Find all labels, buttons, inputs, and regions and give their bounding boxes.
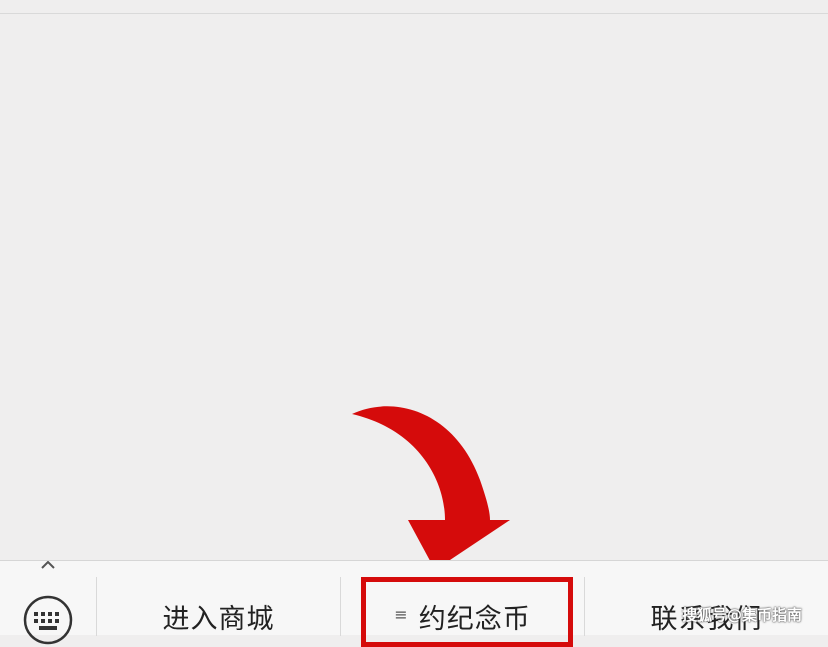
menu-item-enter-mall[interactable]: 进入商城 xyxy=(97,561,340,636)
submenu-icon: ≡ xyxy=(394,605,409,624)
keyboard-toggle-button[interactable] xyxy=(0,561,96,645)
keyboard-icon xyxy=(23,595,73,645)
red-pointer-arrow-icon xyxy=(352,406,510,570)
menu-item-label: 进入商城 xyxy=(162,604,275,635)
menu-item-book-coins[interactable]: ≡ 约纪念币 xyxy=(341,561,584,636)
menu-item-label: 约纪念币 xyxy=(418,604,531,635)
caret-up-icon xyxy=(41,561,55,569)
watermark: 搜狐号@集币指南 xyxy=(682,606,803,624)
